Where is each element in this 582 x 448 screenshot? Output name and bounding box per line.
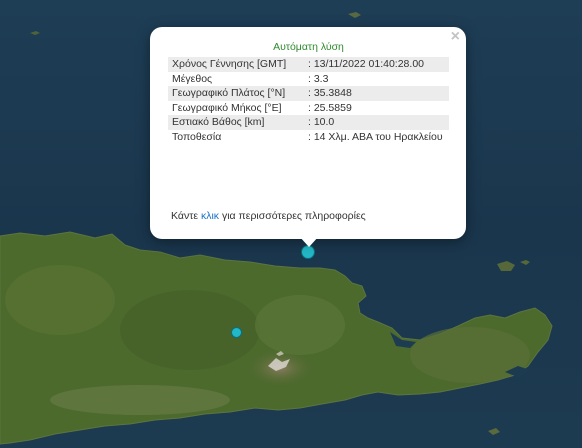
- terrain-plateau: [255, 295, 345, 355]
- location-label: Τοποθεσία: [172, 130, 222, 143]
- earthquake-info-popup: × Αυτόματη λύση Χρόνος Γέννησης [GMT] : …: [150, 27, 466, 239]
- popup-pointer: [299, 236, 319, 247]
- origin-time-value: : 13/11/2022 01:40:28.00: [304, 57, 449, 72]
- terrain-west: [5, 265, 115, 335]
- table-row: Γεωγραφικό Πλάτος [°N] : 35.3848: [168, 86, 449, 101]
- terrain-south: [50, 385, 230, 415]
- latitude-label: Γεωγραφικό Πλάτος [°N]: [168, 86, 304, 101]
- magnitude-value: : 3.3: [308, 72, 329, 85]
- more-info-text: Κάντε κλικ για περισσότερες πληροφορίες: [171, 210, 366, 222]
- location-value: : 14 Χλμ. ΑΒΑ του Ηρακλείου: [308, 130, 443, 143]
- magnitude-label: Μέγεθος: [172, 72, 213, 85]
- more-info-link[interactable]: κλικ: [201, 210, 219, 222]
- popup-title: Αυτόματη λύση: [273, 41, 344, 54]
- close-icon[interactable]: ×: [451, 29, 460, 45]
- earthquake-info-table: Αυτόματη λύση Χρόνος Γέννησης [GMT] : 13…: [168, 38, 449, 144]
- latitude-value: : 35.3848: [304, 86, 449, 101]
- longitude-label: Γεωγραφικό Μήκος [°E]: [172, 101, 282, 114]
- table-row: Τοποθεσία : 14 Χλμ. ΑΒΑ του Ηρακλείου: [168, 130, 449, 145]
- earthquake-marker-main[interactable]: [301, 245, 315, 259]
- table-row: Μέγεθος : 3.3: [168, 72, 449, 87]
- table-row: Γεωγραφικό Μήκος [°E] : 25.5859: [168, 101, 449, 116]
- depth-label: Εστιακό Βάθος [km]: [168, 115, 304, 130]
- table-row: Χρόνος Γέννησης [GMT] : 13/11/2022 01:40…: [168, 57, 449, 72]
- depth-value: : 10.0: [304, 115, 449, 130]
- longitude-value: : 25.5859: [308, 101, 352, 114]
- earthquake-marker-secondary[interactable]: [231, 327, 242, 338]
- more-info-suffix: για περισσότερες πληροφορίες: [219, 210, 366, 222]
- more-info-prefix: Κάντε: [171, 210, 201, 222]
- origin-time-label: Χρόνος Γέννησης [GMT]: [168, 57, 304, 72]
- table-row: Εστιακό Βάθος [km] : 10.0: [168, 115, 449, 130]
